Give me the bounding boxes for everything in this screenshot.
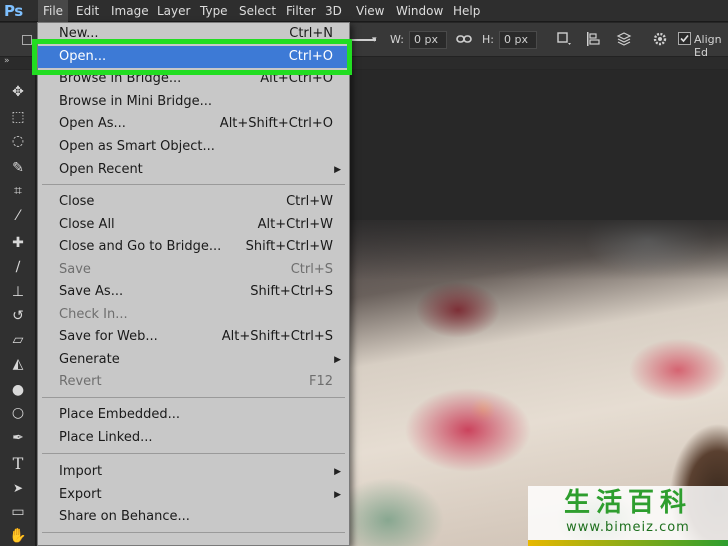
menu-item-open-as-smart-object[interactable]: Open as Smart Object...: [38, 136, 349, 158]
menu-item-check-in: Check In...: [59, 307, 128, 322]
submenu-arrow-icon: ▶: [334, 355, 341, 365]
watermark-url: www.bimeiz.com: [566, 520, 690, 535]
menu-item-open-recent[interactable]: Open Recent ▶: [38, 159, 349, 181]
menu-item-browse-in-mini-bridge[interactable]: Browse in Mini Bridge...: [38, 91, 349, 113]
menu-item-export[interactable]: Export ▶: [38, 484, 349, 506]
double-chevron-icon[interactable]: »: [4, 56, 10, 66]
menu-item-share-on-behance[interactable]: Share on Behance...: [38, 506, 349, 528]
menu-3d[interactable]: 3D: [322, 0, 345, 22]
eyedropper-tool-icon[interactable]: ⁄: [8, 206, 28, 226]
brush-tool-icon[interactable]: ∕: [8, 257, 28, 277]
path-align-icon[interactable]: [585, 31, 601, 47]
height-field[interactable]: 0 px: [499, 31, 537, 49]
pen-tool-icon[interactable]: ✒: [8, 428, 28, 448]
document-image[interactable]: 生活百科 www.bimeiz.com: [348, 220, 728, 546]
width-label: W:: [390, 33, 404, 46]
menu-item-generate[interactable]: Generate ▶: [38, 349, 349, 371]
crop-tool-icon[interactable]: ⌗: [8, 181, 28, 201]
height-label: H:: [482, 33, 494, 46]
menu-item-save-for-web[interactable]: Save for Web... Alt+Shift+Ctrl+S: [38, 326, 349, 348]
menu-separator: [42, 532, 345, 533]
lasso-tool-icon[interactable]: ◌: [8, 131, 28, 151]
submenu-arrow-icon: ▶: [334, 490, 341, 500]
watermark-logo: 生活百科 www.bimeiz.com: [528, 486, 728, 546]
menu-item-close[interactable]: Close Ctrl+W: [38, 191, 349, 213]
menu-item-save: Save Ctrl+S: [59, 262, 333, 277]
menu-separator: [42, 453, 345, 454]
menu-image[interactable]: Image: [108, 0, 152, 22]
eraser-tool-icon[interactable]: ▱: [8, 330, 28, 350]
history-brush-tool-icon[interactable]: ↺: [8, 306, 28, 326]
menu-filter[interactable]: Filter: [283, 0, 319, 22]
photoshop-logo: Ps: [4, 2, 23, 20]
menu-view[interactable]: View: [353, 0, 387, 22]
menu-window[interactable]: Window: [393, 0, 446, 22]
align-edges-label: Align Ed: [694, 33, 722, 59]
marquee-tool-icon[interactable]: ⬚: [8, 107, 28, 127]
hand-tool-icon[interactable]: ✋: [8, 526, 28, 546]
menu-item-import[interactable]: Import ▶: [38, 461, 349, 483]
quick-select-tool-icon[interactable]: ✎: [8, 158, 28, 178]
submenu-arrow-icon: ▶: [334, 467, 341, 477]
path-arrange-icon[interactable]: [616, 31, 632, 47]
tool-preset-icon[interactable]: [22, 35, 32, 45]
submenu-arrow-icon: ▶: [334, 165, 341, 175]
file-menu-dropdown: New... Ctrl+N Open... Ctrl+O Browse in B…: [37, 22, 350, 546]
tools-panel: ✥ ⬚ ◌ ✎ ⌗ ⁄ ✚ ∕ ⊥ ↺ ▱ ◭ ● ○ ✒ T ➤ ▭ ✋: [0, 70, 36, 546]
gear-icon[interactable]: [652, 31, 668, 47]
healing-brush-tool-icon[interactable]: ✚: [8, 233, 28, 253]
link-icon[interactable]: [456, 31, 472, 47]
chevron-down-icon[interactable]: ▾: [372, 35, 377, 45]
menu-item-open-as[interactable]: Open As... Alt+Shift+Ctrl+O: [38, 113, 349, 135]
path-select-tool-icon[interactable]: ➤: [8, 478, 28, 498]
align-edges-checkbox[interactable]: [678, 32, 691, 45]
watermark-stripe: [528, 540, 728, 546]
menu-separator: [42, 397, 345, 398]
menu-item-save-as[interactable]: Save As... Shift+Ctrl+S: [38, 281, 349, 303]
menu-separator: [42, 184, 345, 185]
dodge-tool-icon[interactable]: ○: [8, 403, 28, 423]
menu-select[interactable]: Select: [236, 0, 279, 22]
path-ops-icon[interactable]: [556, 31, 572, 47]
menu-item-place-linked[interactable]: Place Linked...: [38, 427, 349, 449]
menu-bar: Ps File Edit Image Layer Type Select Fil…: [0, 0, 728, 22]
paint-bucket-tool-icon[interactable]: ◭: [8, 354, 28, 374]
menu-item-close-all[interactable]: Close All Alt+Ctrl+W: [38, 214, 349, 236]
move-tool-icon[interactable]: ✥: [8, 82, 28, 102]
menu-item-close-and-go-to-bridge[interactable]: Close and Go to Bridge... Shift+Ctrl+W: [38, 236, 349, 258]
menu-type[interactable]: Type: [197, 0, 231, 22]
menu-layer[interactable]: Layer: [154, 0, 193, 22]
menu-file[interactable]: File: [38, 0, 68, 22]
menu-item-place-embedded[interactable]: Place Embedded...: [38, 404, 349, 426]
image-shadow: [348, 220, 728, 280]
width-field[interactable]: 0 px: [409, 31, 447, 49]
highlight-callout-box: [32, 39, 352, 75]
type-tool-icon[interactable]: T: [8, 454, 28, 474]
rectangle-tool-icon[interactable]: ▭: [8, 502, 28, 522]
menu-help[interactable]: Help: [450, 0, 483, 22]
menu-edit[interactable]: Edit: [73, 0, 102, 22]
menu-item-revert: Revert F12: [59, 374, 333, 389]
clone-stamp-tool-icon[interactable]: ⊥: [8, 282, 28, 302]
blur-tool-icon[interactable]: ●: [8, 380, 28, 400]
watermark-title: 生活百科: [563, 488, 692, 518]
